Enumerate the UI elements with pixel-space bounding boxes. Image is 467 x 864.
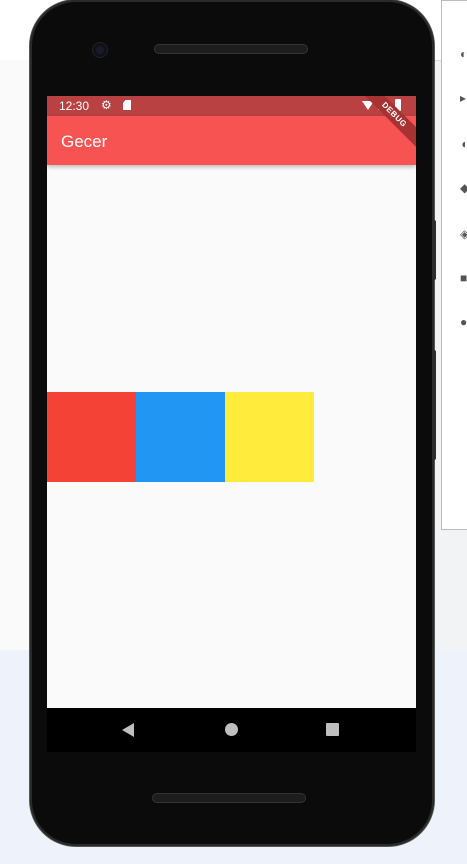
app-bar: Gecer bbox=[47, 116, 416, 165]
home-icon[interactable] bbox=[225, 723, 238, 736]
zoom-icon[interactable]: ● bbox=[460, 316, 467, 328]
red-box bbox=[47, 392, 136, 482]
system-navigation-bar bbox=[47, 708, 416, 752]
volume-down-icon[interactable]: ◖ bbox=[460, 138, 467, 150]
emulator-side-toolbar: ◐ ▸ ◖ ◆ ◈ ■ ● bbox=[441, 0, 467, 530]
status-bar: 12:30 ⚙ bbox=[47, 96, 416, 116]
power-icon[interactable]: ◐ bbox=[460, 48, 467, 60]
sd-card-icon bbox=[123, 100, 131, 110]
back-icon[interactable] bbox=[122, 723, 134, 737]
recents-icon[interactable] bbox=[326, 723, 339, 736]
device-screen: 12:30 ⚙ Gecer DEBUG bbox=[47, 96, 416, 708]
color-boxes-row bbox=[47, 392, 314, 482]
settings-icon: ⚙ bbox=[101, 98, 112, 112]
rotate-left-icon[interactable]: ◆ bbox=[460, 182, 467, 194]
blue-box bbox=[136, 392, 225, 482]
earpiece-speaker bbox=[154, 44, 308, 54]
yellow-box bbox=[225, 392, 314, 482]
front-camera bbox=[93, 43, 107, 57]
rotate-right-icon[interactable]: ◈ bbox=[460, 228, 467, 240]
page-title: Gecer bbox=[61, 132, 108, 151]
bottom-speaker bbox=[152, 793, 306, 803]
status-time: 12:30 bbox=[59, 99, 90, 113]
volume-rocker bbox=[432, 220, 436, 280]
volume-up-icon[interactable]: ▸ bbox=[460, 92, 467, 104]
screenshot-icon[interactable]: ■ bbox=[460, 272, 467, 284]
side-button bbox=[432, 350, 436, 460]
